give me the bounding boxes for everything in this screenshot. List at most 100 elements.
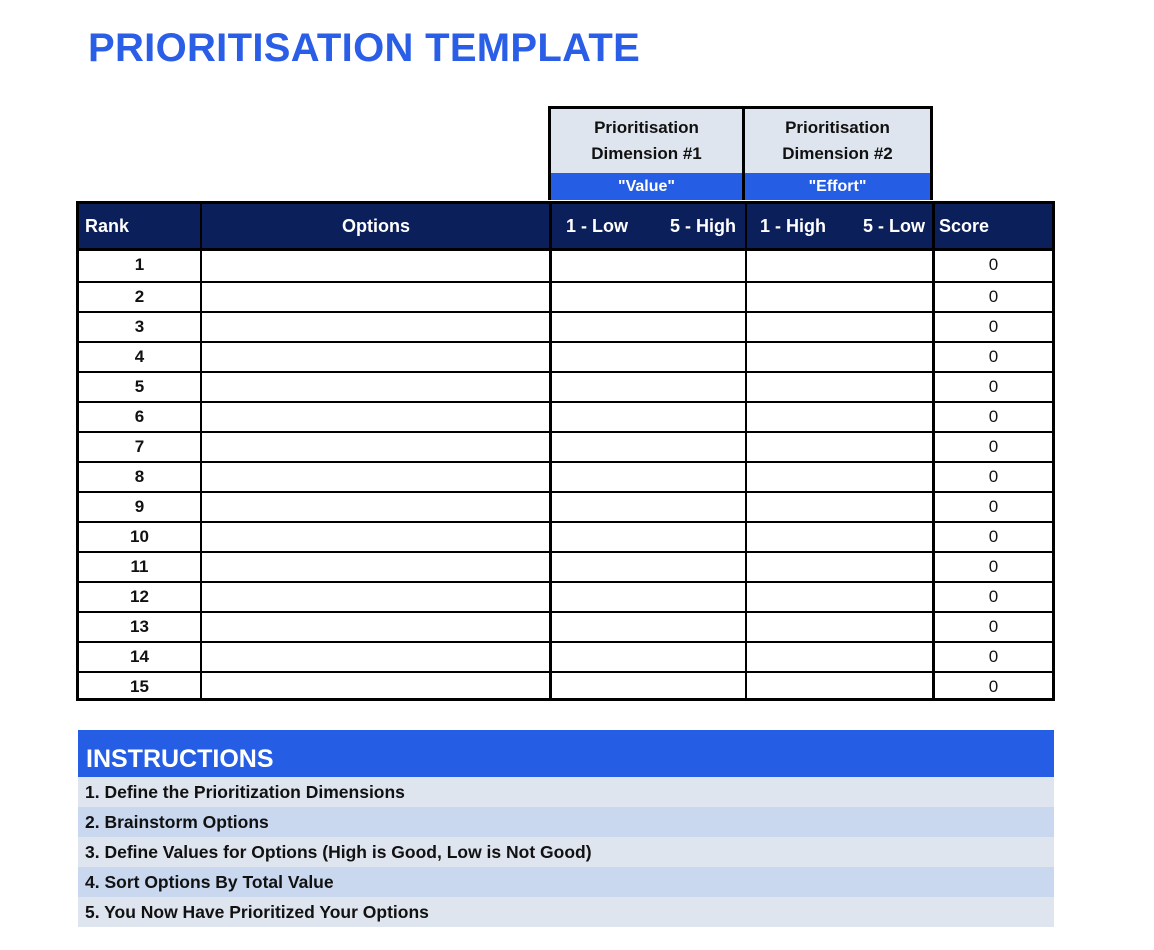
dimension-1-value-cell[interactable] (552, 313, 745, 341)
option-cell[interactable] (202, 523, 549, 551)
dimension-2-value-cell[interactable] (747, 673, 932, 701)
dim2-scale-low: 5 - Low (863, 215, 925, 236)
dimension-2-value-cell[interactable] (747, 343, 932, 371)
dimension-2-value-cell[interactable] (747, 523, 932, 551)
dimension-1-value-cell[interactable] (552, 343, 745, 371)
table-row: 30 (79, 311, 1052, 341)
table-row: 90 (79, 491, 1052, 521)
dimension-1-value-cell[interactable] (552, 433, 745, 461)
dimension-2-value-cell[interactable] (747, 373, 932, 401)
dimension-1-value-cell[interactable] (552, 583, 745, 611)
dimension-2-label[interactable]: Prioritisation Dimension #2 (745, 109, 930, 173)
rank-cell: 9 (134, 497, 145, 516)
rank-cell: 8 (134, 467, 145, 486)
score-cell: 0 (988, 677, 999, 696)
dimension-1-value-cell[interactable] (552, 493, 745, 521)
option-cell[interactable] (202, 493, 549, 521)
dimension-1-value-cell[interactable] (552, 673, 745, 701)
dimension-2-name[interactable]: "Effort" (745, 173, 930, 200)
dimension-1-line2: Dimension #1 (591, 144, 702, 163)
score-cell: 0 (988, 557, 999, 576)
dimension-1-name[interactable]: "Value" (551, 173, 745, 200)
rank-cell: 10 (130, 527, 149, 546)
option-cell[interactable] (202, 613, 549, 641)
rank-cell: 11 (130, 557, 149, 576)
option-cell[interactable] (202, 643, 549, 671)
option-cell[interactable] (202, 343, 549, 371)
rank-cell: 6 (134, 407, 145, 426)
dimension-1-value-cell[interactable] (552, 463, 745, 491)
dimension-2-value-cell[interactable] (747, 251, 932, 279)
instruction-step: 1. Define the Prioritization Dimensions (78, 777, 1054, 807)
dimension-2-value-cell[interactable] (747, 403, 932, 431)
dimension-2-value-cell[interactable] (747, 433, 932, 461)
rank-cell: 14 (130, 647, 149, 666)
dim1-scale-low: 1 - Low (566, 215, 628, 236)
dimension-2-value-cell[interactable] (747, 643, 932, 671)
rank-cell: 3 (134, 317, 145, 336)
dimension-2-value-cell[interactable] (747, 583, 932, 611)
option-cell[interactable] (202, 553, 549, 581)
option-cell[interactable] (202, 313, 549, 341)
dimension-2-value-cell[interactable] (747, 553, 932, 581)
dimension-1-value-cell[interactable] (552, 373, 745, 401)
column-divider (745, 204, 747, 698)
header-dim1-scale: 1 - Low 5 - High (566, 204, 736, 248)
table-row: 11 0 (79, 551, 1052, 581)
instruction-step: 3. Define Values for Options (High is Go… (78, 837, 1054, 867)
score-cell: 0 (988, 647, 999, 666)
option-cell[interactable] (202, 403, 549, 431)
score-cell: 0 (988, 287, 999, 306)
score-cell: 0 (988, 437, 999, 456)
option-cell[interactable] (202, 373, 549, 401)
table-row: 80 (79, 461, 1052, 491)
dimension-1-value-cell[interactable] (552, 523, 745, 551)
rank-cell: 7 (134, 437, 145, 456)
dimension-1-value-cell[interactable] (552, 403, 745, 431)
instructions-heading: INSTRUCTIONS (78, 730, 1054, 777)
rank-cell: 13 (130, 617, 149, 636)
score-cell: 0 (988, 347, 999, 366)
score-cell: 0 (988, 377, 999, 396)
dim1-scale-high: 5 - High (670, 215, 736, 236)
page-title: PRIORITISATION TEMPLATE (88, 26, 641, 70)
dimension-1-value-cell[interactable] (552, 613, 745, 641)
dimension-1-label[interactable]: Prioritisation Dimension #1 (551, 109, 745, 173)
score-cell: 0 (988, 407, 999, 426)
table-row: 40 (79, 341, 1052, 371)
dimension-1-value-cell[interactable] (552, 553, 745, 581)
column-divider (549, 204, 552, 698)
instruction-step: 5. You Now Have Prioritized Your Options (78, 897, 1054, 927)
rank-cell: 2 (134, 287, 145, 306)
option-cell[interactable] (202, 673, 549, 701)
score-cell: 0 (988, 467, 999, 486)
dim2-scale-high: 1 - High (760, 215, 826, 236)
dimension-1-value-cell[interactable] (552, 643, 745, 671)
option-cell[interactable] (202, 433, 549, 461)
option-cell[interactable] (202, 463, 549, 491)
column-divider (932, 204, 935, 698)
dimension-2-value-cell[interactable] (747, 283, 932, 311)
table-row: 70 (79, 431, 1052, 461)
rank-cell: 4 (134, 347, 145, 366)
header-dim2-scale: 1 - High 5 - Low (760, 204, 925, 248)
table-body: 1 0 2 0 3 0 4 0 5 0 6 0 7 0 8 0 9 0 10 0 11 0 12 0 13 0 14 0 15 0 (79, 251, 1052, 701)
table-header-row: Rank Options 1 - Low 5 - High 1 - High 5… (79, 204, 1052, 251)
dimension-2-line2: Dimension #2 (782, 144, 893, 163)
dimension-1-value-cell[interactable] (552, 251, 745, 279)
rank-cell: 12 (130, 587, 149, 606)
dimension-1-value-cell[interactable] (552, 283, 745, 311)
score-cell: 0 (988, 587, 999, 606)
dimension-2-value-cell[interactable] (747, 463, 932, 491)
instruction-step: 4. Sort Options By Total Value (78, 867, 1054, 897)
option-cell[interactable] (202, 251, 549, 279)
table-row: 10 (79, 251, 1052, 281)
option-cell[interactable] (202, 583, 549, 611)
score-cell: 0 (988, 317, 999, 336)
option-cell[interactable] (202, 283, 549, 311)
dimension-2-value-cell[interactable] (747, 493, 932, 521)
dimension-2-value-cell[interactable] (747, 613, 932, 641)
instruction-step: 2. Brainstorm Options (78, 807, 1054, 837)
header-score: Score (939, 215, 990, 236)
dimension-2-value-cell[interactable] (747, 313, 932, 341)
